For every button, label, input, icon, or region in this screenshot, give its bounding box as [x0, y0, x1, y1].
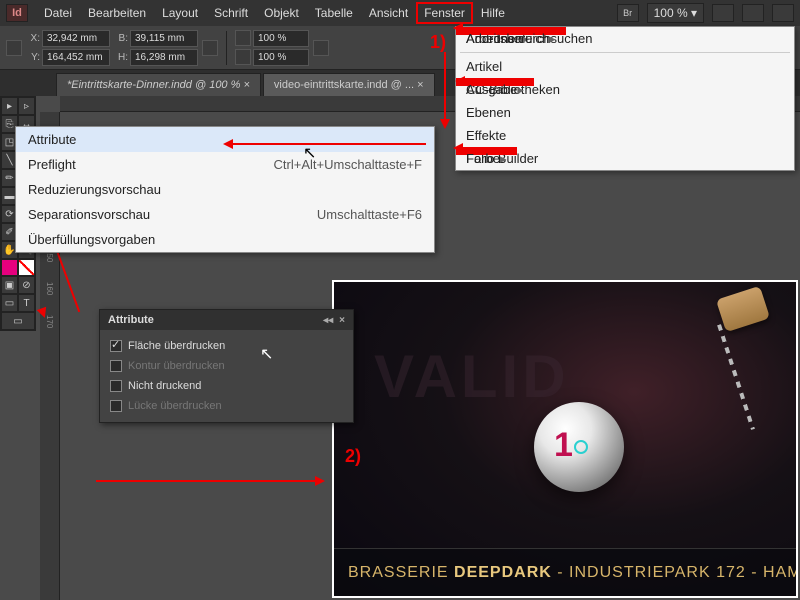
preview-ring-marker: [574, 440, 588, 454]
sm-ueberfuellung[interactable]: Überfüllungsvorgaben: [16, 227, 434, 252]
reference-point[interactable]: [6, 40, 22, 56]
cursor-icon-panel: ↖: [260, 344, 273, 364]
zoom-select[interactable]: 100 % ▾: [647, 3, 704, 23]
arrange-button[interactable]: [742, 4, 764, 22]
dd-ausgabe[interactable]: Ausgabe: [456, 78, 534, 86]
document-preview: VALID 1 BRASSERIE DEEPDARK - INDUSTRIEPA…: [332, 280, 798, 598]
menu-layout[interactable]: Layout: [154, 2, 206, 24]
close-icon[interactable]: ×: [417, 79, 423, 91]
screen-mode-button[interactable]: [712, 4, 734, 22]
annotation-arrow-attribute: [226, 143, 426, 145]
panel-collapse-icon[interactable]: ◂◂: [323, 315, 333, 326]
preview-footer: BRASSERIE DEEPDARK - INDUSTRIEPARK 172 -…: [334, 548, 796, 596]
h-field[interactable]: 16,298 mm: [130, 49, 198, 66]
scale-y-icon: [235, 49, 251, 65]
preview-bg-text: VALID: [374, 342, 570, 411]
fill-swatch[interactable]: [1, 259, 18, 276]
cb-nichtdruck[interactable]: [110, 380, 122, 392]
lbl-kontur: Kontur überdrucken: [128, 360, 225, 372]
menu-tabelle[interactable]: Tabelle: [307, 2, 361, 24]
lbl-flaeche: Fläche überdrucken: [128, 340, 225, 352]
lbl-nichtdruck: Nicht druckend: [128, 380, 201, 392]
tool-selection[interactable]: ▸: [1, 97, 18, 115]
fenster-dropdown: Anordnen Arbeitsbereich Add-ons durchsuc…: [455, 26, 795, 171]
x-field[interactable]: 32,942 mm: [42, 30, 110, 47]
constrain-icon[interactable]: [202, 40, 218, 56]
dd-arbeitsbereich[interactable]: Arbeitsbereich: [456, 27, 566, 35]
close-icon[interactable]: ×: [243, 79, 249, 91]
menu-hilfe[interactable]: Hilfe: [473, 2, 513, 24]
attribute-panel: Attribute ◂◂ × Fläche überdrucken Kontur …: [99, 309, 354, 423]
y-field[interactable]: 164,452 mm: [42, 49, 110, 66]
annotation-arrow-down: [444, 52, 446, 126]
format-container[interactable]: ▭: [1, 294, 18, 312]
sm-separation[interactable]: SeparationsvorschauUmschalttaste+F6: [16, 202, 434, 227]
sm-reduzierung[interactable]: Reduzierungsvorschau: [16, 177, 434, 202]
annotation-two: 2): [345, 446, 361, 467]
bridge-button[interactable]: Br: [617, 4, 639, 22]
scale-x-field[interactable]: 100 %: [253, 30, 309, 47]
scale-y-field[interactable]: 100 %: [253, 49, 309, 66]
dd-ebenen[interactable]: Ebenen: [456, 101, 794, 124]
menu-datei[interactable]: Datei: [36, 2, 80, 24]
annotation-arrow-preview: [96, 480, 322, 482]
panel-close-icon[interactable]: ×: [339, 315, 345, 326]
panel-title: Attribute: [108, 314, 154, 326]
apply-none[interactable]: ⊘: [18, 276, 35, 294]
cursor-icon: ↖: [303, 143, 316, 163]
tab-0[interactable]: *Eintrittskarte-Dinner.indd @ 100 % ×: [56, 73, 261, 96]
format-text[interactable]: T: [18, 294, 35, 312]
tool-direct[interactable]: ▹: [18, 97, 35, 115]
apply-fill[interactable]: ▣: [1, 276, 18, 294]
lbl-luecke: Lücke überdrucken: [128, 400, 222, 412]
cb-luecke: [110, 400, 122, 412]
stroke-swatch[interactable]: [18, 259, 35, 276]
workspace-button[interactable]: [772, 4, 794, 22]
dd-artikel[interactable]: Artikel: [456, 55, 794, 78]
preview-cork: [716, 286, 770, 333]
annotation-one: 1): [430, 32, 446, 53]
menu-fenster[interactable]: Fenster: [416, 2, 473, 24]
view-mode[interactable]: ▭: [1, 312, 35, 330]
menu-objekt[interactable]: Objekt: [256, 2, 307, 24]
scale-x-icon: [235, 30, 251, 46]
menubar: Id Datei Bearbeiten Layout Schrift Objek…: [0, 0, 800, 26]
tab-1[interactable]: video-eintrittskarte.indd @ ... ×: [263, 73, 435, 96]
menubar-right: Br 100 % ▾: [617, 3, 794, 23]
menu-ansicht[interactable]: Ansicht: [361, 2, 416, 24]
dd-effekte[interactable]: Effekte: [456, 124, 794, 147]
menu-bearbeiten[interactable]: Bearbeiten: [80, 2, 154, 24]
dd-farbe[interactable]: Farbe: [456, 147, 517, 155]
menu-schrift[interactable]: Schrift: [206, 2, 256, 24]
dd-separator: [460, 52, 790, 53]
preview-corkscrew: [717, 324, 755, 430]
link-scale-icon[interactable]: [313, 40, 329, 56]
w-field[interactable]: 39,115 mm: [130, 30, 198, 47]
cb-kontur: [110, 360, 122, 372]
app-logo: Id: [6, 4, 28, 22]
sm-preflight[interactable]: PreflightCtrl+Alt+Umschalttaste+F: [16, 152, 434, 177]
cb-flaeche[interactable]: [110, 340, 122, 352]
